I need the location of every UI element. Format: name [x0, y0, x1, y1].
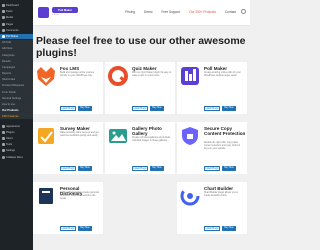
- chart-builder-logo-icon: [180, 186, 200, 206]
- top-nav: Pricing Demo Free Support Our 200+ Produ…: [125, 10, 236, 14]
- submenu-general-settings[interactable]: General Settings: [2, 96, 31, 101]
- sidebar-item-pages[interactable]: Pages: [2, 22, 31, 27]
- sidebar-item-tools[interactable]: Tools: [2, 142, 31, 147]
- collapse-icon: [2, 155, 5, 159]
- plugin-card-quiz-maker: Quiz Maker With our Quiz Maker plugin it…: [105, 62, 175, 114]
- submenu-our-products[interactable]: Our Products: [2, 108, 31, 113]
- settings-icon: [2, 149, 5, 153]
- page-icon: [2, 22, 5, 26]
- submenu-results[interactable]: Results: [2, 59, 31, 64]
- nav-free-support[interactable]: Free Support: [162, 10, 181, 14]
- plugin-card-fox-lms: Fox LMS Build and manage online courses …: [33, 62, 103, 114]
- card-desc: With our Quiz Maker plugin it's easy to …: [132, 72, 172, 77]
- install-plugin-button[interactable]: Install Plugin: [204, 166, 220, 171]
- submenu-all-polls[interactable]: All Polls: [2, 40, 31, 45]
- card-desc: Disable the right click, copy paste, con…: [204, 142, 241, 150]
- install-plugin-button[interactable]: Install Plugin: [132, 106, 148, 111]
- submenu-form-fields[interactable]: Form Fields: [2, 90, 31, 95]
- survey-maker-logo-icon: [38, 128, 54, 144]
- collapse-menu-button[interactable]: Collapse Menu: [2, 155, 31, 160]
- nav-pricing[interactable]: Pricing: [125, 10, 135, 14]
- sidebar-item-plugins[interactable]: Plugins: [2, 130, 31, 135]
- card-desc: Make amazing online surveys and get real…: [60, 132, 99, 137]
- submenu-how-to-use[interactable]: How to use: [2, 102, 31, 107]
- plugin-icon: [2, 130, 5, 134]
- comment-icon: [2, 28, 5, 32]
- card-title: Fox LMS: [60, 66, 80, 71]
- gallery-logo-icon: [109, 129, 127, 143]
- sidebar-item-comments[interactable]: Comments: [2, 28, 31, 33]
- plugin-card-poll-maker: Poll Maker Create amazing online polls f…: [177, 62, 247, 114]
- brush-icon: [2, 124, 5, 128]
- sidebar-item-poll-maker[interactable]: Poll Maker: [0, 33, 33, 39]
- plugin-card-chart-builder: Chart Builder Chart Builder plugin allow…: [177, 182, 247, 234]
- card-title: Survey Maker: [60, 126, 90, 131]
- dictionary-logo-icon: [39, 188, 53, 204]
- submenu-categories[interactable]: Categories: [2, 53, 31, 58]
- plugin-card-survey-maker: Survey Maker Make amazing online surveys…: [33, 122, 103, 174]
- plugin-topbar: Poll Maker v 4.5.5 Pricing Demo Free Sup…: [33, 0, 250, 26]
- buy-now-button[interactable]: Buy Now: [78, 166, 92, 171]
- install-plugin-button[interactable]: Install Plugin: [60, 166, 76, 171]
- card-title: Secure Copy Content Protection: [204, 126, 246, 136]
- page-title: Please feel free to use our other awesom…: [36, 35, 246, 59]
- submenu-shortcodes[interactable]: Shortcodes: [2, 77, 31, 82]
- submenu-frontend-requests[interactable]: Frontend Requests: [2, 83, 31, 88]
- buy-now-button[interactable]: Buy Now: [222, 106, 236, 111]
- nav-demo[interactable]: Demo: [144, 10, 153, 14]
- buy-now-button[interactable]: Buy Now: [150, 106, 164, 111]
- buy-now-button[interactable]: Buy Now: [222, 166, 236, 171]
- sidebar-item-users[interactable]: Users: [2, 136, 31, 141]
- wrench-icon: [2, 143, 5, 147]
- plugin-card-personal-dictionary: Personal Dictionary Allow your students …: [33, 182, 103, 234]
- buy-now-button[interactable]: Buy Now: [222, 226, 236, 231]
- card-desc: Allow your students to create personal d…: [60, 192, 99, 200]
- plugin-logo-icon: [38, 7, 49, 18]
- sidebar-item-posts[interactable]: Posts: [2, 9, 31, 14]
- fox-logo-icon: [37, 67, 55, 86]
- pin-icon: [2, 10, 5, 14]
- nav-contact[interactable]: Contact: [225, 10, 236, 14]
- version-label: v 4.5.5: [52, 14, 59, 16]
- dashboard-icon: [2, 4, 5, 7]
- submenu-add-new[interactable]: Add New: [2, 46, 31, 51]
- card-title: Chart Builder: [204, 186, 234, 191]
- sidebar-item-settings[interactable]: Settings: [2, 148, 31, 153]
- install-plugin-button[interactable]: Install Plugin: [60, 226, 76, 231]
- quiz-maker-logo-icon: [108, 66, 128, 86]
- submenu-pro-features[interactable]: PRO Features: [2, 114, 31, 119]
- brand-badge[interactable]: Poll Maker: [52, 7, 78, 13]
- card-title: Poll Maker: [204, 66, 227, 71]
- sidebar-item-dashboard[interactable]: Dashboard: [2, 3, 31, 8]
- shield-logo-icon: [182, 127, 198, 145]
- card-desc: Create unlimited galleries and include u…: [132, 137, 171, 142]
- card-desc: Chart Builder plugin allows you to creat…: [204, 192, 239, 197]
- submenu-reports[interactable]: Reports: [2, 71, 31, 76]
- install-plugin-button[interactable]: Install Plugin: [204, 226, 220, 231]
- help-icon[interactable]: [241, 9, 246, 14]
- install-plugin-button[interactable]: Install Plugin: [132, 166, 148, 171]
- plugin-card-secure-copy: Secure Copy Content Protection Disable t…: [177, 122, 247, 174]
- sidebar-item-media[interactable]: Media: [2, 15, 31, 20]
- main-content: Poll Maker v 4.5.5 Pricing Demo Free Sup…: [33, 0, 250, 250]
- install-plugin-button[interactable]: Install Plugin: [204, 106, 220, 111]
- submenu-campaigns[interactable]: Campaigns: [2, 65, 31, 70]
- poll-icon: [2, 34, 5, 38]
- sidebar-item-appearance[interactable]: Appearance: [2, 124, 31, 129]
- nav-our-products[interactable]: Our 200+ Products: [189, 10, 216, 14]
- buy-now-button[interactable]: Buy Now: [150, 166, 164, 171]
- media-icon: [2, 16, 5, 20]
- plugin-card-gallery-photo-gallery: Gallery Photo Gallery Create unlimited g…: [105, 122, 175, 174]
- buy-now-button[interactable]: Buy Now: [78, 226, 92, 231]
- card-title: Quiz Maker: [132, 66, 157, 71]
- users-icon: [2, 136, 5, 140]
- card-title: Gallery Photo Gallery: [132, 126, 162, 136]
- admin-sidebar: Dashboard Posts Media Pages Comments Pol…: [0, 0, 33, 250]
- poll-maker-logo-icon: [181, 67, 199, 85]
- card-desc: Create amazing online polls for your Wor…: [204, 72, 241, 77]
- buy-now-button[interactable]: Buy Now: [78, 106, 92, 111]
- install-plugin-button[interactable]: Install Plugin: [60, 106, 76, 111]
- card-desc: Build and manage online courses directly…: [60, 72, 94, 77]
- sidebar-submenu: All Polls Add New Categories Results Cam…: [0, 40, 33, 120]
